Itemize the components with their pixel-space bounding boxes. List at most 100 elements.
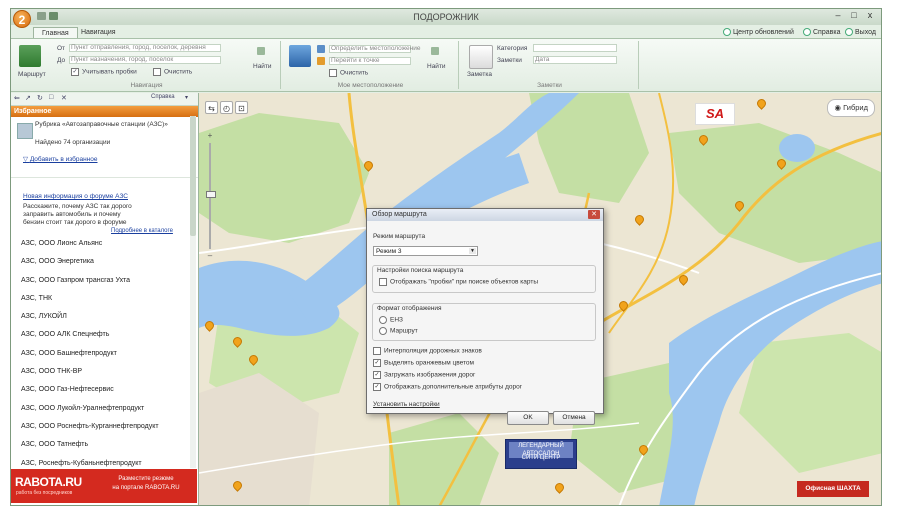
from-placeholder: Пункт отправления, город, поселок, дерев… [71, 44, 206, 51]
help-panel-label[interactable]: Справка [151, 94, 175, 100]
note-button-label[interactable]: Заметка [467, 71, 492, 78]
find-route-label[interactable]: Найти [253, 63, 272, 70]
zoom-out-icon[interactable]: – [205, 251, 215, 261]
option-check-box-4: ✓ [373, 383, 381, 391]
traffic-display-label: Отображать "пробки" при поиске объектов … [390, 278, 539, 286]
station-list-item[interactable]: АЗС, ООО Лукойл-Уралнефтепродукт [11, 400, 197, 418]
station-list-item[interactable]: АЗС, ООО ТНК-ВР [11, 363, 197, 381]
format-radio-2-label: Маршрут [390, 327, 418, 335]
back-icon[interactable]: ⇐ [14, 94, 20, 102]
dialog-close-button[interactable]: ✕ [588, 210, 600, 219]
map-pan-tool-icon[interactable]: ⇆ [205, 101, 218, 114]
category-select[interactable] [533, 44, 617, 52]
catalog-link[interactable]: Подробнее в каталоге [111, 228, 173, 234]
station-list-item[interactable]: АЗС, ООО Газ-Нефтесервис [11, 381, 197, 399]
station-list-item[interactable]: АЗС, ЛУКОЙЛ [11, 308, 197, 326]
station-list-item[interactable]: АЗС, ООО АЛК Спецнефть [11, 326, 197, 344]
station-list-item[interactable]: АЗС, ООО Татнефть [11, 436, 197, 454]
map-measure-tool-icon[interactable]: ◴ [220, 101, 233, 114]
updates-link[interactable]: Центр обновлений [723, 28, 794, 36]
route-mode-value: Режим 3 [376, 248, 402, 255]
traffic-check-box: ✓ [71, 68, 79, 76]
home-icon[interactable]: □ [49, 94, 53, 101]
ribbon-group-location: Определить местоположение Перейти к точк… [283, 41, 459, 89]
station-list: АЗС, ООО Лионс Альянс АЗС, ООО Энергетика… [11, 235, 197, 473]
favorites-header[interactable]: Избранное [11, 106, 198, 117]
add-favorite-icon: ▽ [23, 156, 30, 163]
close-button[interactable]: x [863, 10, 877, 21]
station-list-item[interactable]: АЗС, ООО Роснефть-Курганнефтепродукт [11, 418, 197, 436]
dialog-ok-button[interactable]: OK [507, 411, 549, 425]
route-mode-select[interactable]: Режим 3 ▼ [373, 246, 478, 256]
dialog-cancel-button[interactable]: Отмена [553, 411, 595, 425]
forum-link[interactable]: Новая информация о форуме АЗС [23, 193, 128, 200]
option-check-box-2: ✓ [373, 359, 381, 367]
map-mode-button[interactable]: ◉ Гибрид [827, 99, 875, 117]
clear-button[interactable]: Очистить [153, 68, 192, 76]
refresh-icon[interactable]: ↻ [37, 94, 43, 102]
app-menu-button[interactable]: 2 [13, 10, 31, 28]
map-toolbar: ⇆ ◴ ⊡ [205, 101, 257, 115]
maximize-button[interactable]: □ [847, 10, 861, 21]
find-location-icon[interactable] [431, 47, 439, 55]
exit-icon [845, 28, 853, 36]
add-favorite-link[interactable]: ▽ Добавить в избранное [23, 155, 98, 163]
left-scrollbar[interactable] [190, 116, 196, 468]
rabota-tagline: работа без посредников [16, 490, 73, 496]
rabota-ad-banner[interactable]: RABOTA.RU работа без посредников Размест… [11, 469, 197, 503]
radio-circle-2 [379, 327, 387, 335]
left-scrollbar-thumb[interactable] [190, 116, 196, 236]
exit-link[interactable]: Выход [845, 28, 876, 36]
station-list-item[interactable]: АЗС, ООО Лионс Альянс [11, 235, 197, 253]
option-checkbox-3[interactable]: ✓ Загружать изображения дорог [373, 371, 475, 379]
traffic-display-checkbox[interactable]: Отображать "пробки" при поиске объектов … [379, 278, 538, 286]
panel-menu-icon[interactable]: ▾ [185, 94, 188, 101]
map-select-tool-icon[interactable]: ⊡ [235, 101, 248, 114]
location-clear-icon [329, 69, 337, 77]
format-radio-1[interactable]: ЕНЗ [379, 316, 403, 324]
forward-icon[interactable]: ↗ [25, 94, 31, 102]
install-settings-link[interactable]: Установить настройки [373, 401, 440, 408]
map-ad-autosalon[interactable]: ЛЕГЕНДАРНЫЙ АВТОСАЛОН СИТИ ЦЕНТР [505, 439, 577, 469]
zoom-handle[interactable] [206, 191, 216, 198]
station-list-item[interactable]: АЗС, ТНК [11, 290, 197, 308]
display-format-group: Формат отображения ЕНЗ Маршрут [372, 303, 596, 341]
updates-label: Центр обновлений [733, 28, 794, 36]
help-link[interactable]: Справка [803, 28, 840, 36]
rubric-icon [17, 123, 33, 139]
find-location-label[interactable]: Найти [427, 63, 446, 70]
location-clear-button[interactable]: Очистить [329, 69, 368, 77]
location-icon[interactable] [289, 45, 311, 67]
dialog-title: Обзор маршрута [372, 211, 427, 218]
traffic-checkbox[interactable]: ✓ Учитывать пробки [71, 68, 137, 76]
find-route-icon[interactable] [257, 47, 265, 55]
to-placeholder: Пункт назначения, город, поселок [71, 56, 174, 63]
tab-navigation[interactable]: Навигация [73, 27, 124, 38]
route-icon[interactable] [19, 45, 41, 67]
zoom-slider[interactable]: + – [205, 131, 216, 261]
rubric-subtitle: Найдено 74 организации [35, 139, 111, 146]
left-panel: ⇐ ↗ ↻ □ ✕ Справка ▾ Избранное Рубрика «А… [11, 93, 199, 505]
clear-label: Очистить [164, 68, 193, 76]
option-checkbox-1[interactable]: Интерполяция дорожных знаков [373, 347, 482, 355]
route-button-label[interactable]: Маршрут [18, 71, 46, 78]
route-dialog: Обзор маршрута ✕ Режим маршрута Режим 3 ▼… [366, 208, 604, 425]
route-mode-label: Режим маршрута [373, 233, 426, 240]
sa-logo[interactable]: SA [695, 103, 735, 125]
format-radio-2[interactable]: Маршрут [379, 327, 418, 335]
zoom-in-icon[interactable]: + [205, 131, 215, 141]
option-checkbox-2[interactable]: ✓ Выделять оранжевым цветом [373, 359, 474, 367]
station-list-item[interactable]: АЗС, ООО Энергетика [11, 253, 197, 271]
station-list-item[interactable]: АЗС, ООО Башнефтепродукт [11, 345, 197, 363]
notes-date-value: Дата [535, 56, 550, 63]
traffic-label: Учитывать пробки [82, 68, 137, 76]
map-ad-office[interactable]: Офисная ШАХТА [797, 481, 869, 497]
option-checkbox-4[interactable]: ✓ Отображать дополнительные атрибуты доро… [373, 383, 522, 391]
note-icon[interactable] [469, 45, 493, 69]
map-mode-label: Гибрид [843, 103, 868, 112]
from-label: От [57, 45, 66, 52]
exit-label: Выход [855, 28, 876, 36]
station-list-item[interactable]: АЗС, ООО Газпром трансгаз Ухта [11, 272, 197, 290]
close-panel-icon[interactable]: ✕ [61, 94, 67, 102]
minimize-button[interactable]: – [831, 10, 845, 21]
